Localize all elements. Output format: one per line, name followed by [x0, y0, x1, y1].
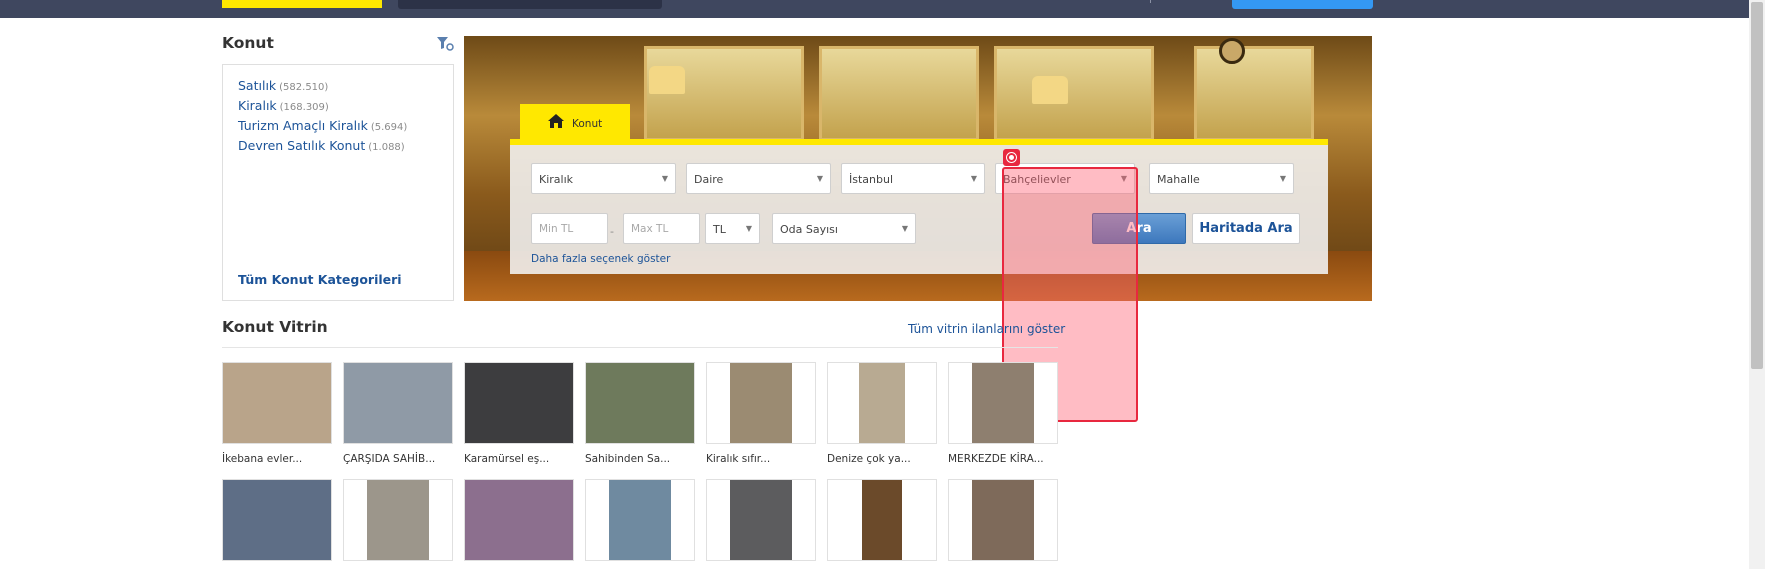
category-item-satilik[interactable]: Satılık (582.510): [238, 78, 328, 93]
top-search-input[interactable]: [398, 0, 662, 9]
vitrin-divider: [222, 347, 1058, 348]
listing-card[interactable]: [827, 479, 937, 561]
listing-card[interactable]: [222, 479, 332, 561]
filter-icon[interactable]: [436, 36, 454, 51]
site-logo[interactable]: [222, 0, 382, 8]
category-label[interactable]: Turizm Amaçlı Kiralık: [238, 118, 368, 133]
listing-photo: [972, 363, 1034, 443]
listing-title[interactable]: Sahibinden Sa...: [585, 453, 670, 465]
neighborhood-select[interactable]: Mahalle ▼: [1149, 163, 1294, 194]
listing-photo: [730, 480, 792, 560]
target-icon: [1003, 149, 1020, 166]
listing-photo: [465, 480, 573, 560]
listing-photo: [586, 363, 694, 443]
category-count: (5.694): [370, 122, 408, 133]
listing-title[interactable]: Denize çok ya...: [827, 453, 911, 465]
hero-lamp: [1032, 76, 1068, 104]
category-item-turizm[interactable]: Turizm Amaçlı Kiralık (5.694): [238, 118, 407, 133]
chevron-down-icon: ▼: [970, 174, 977, 183]
listing-photo: [223, 480, 331, 560]
listing-photo: [344, 363, 452, 443]
city-select[interactable]: İstanbul ▼: [841, 163, 985, 194]
category-count: (1.088): [368, 142, 405, 153]
subtype-select[interactable]: Daire ▼: [686, 163, 831, 194]
listing-photo: [862, 480, 902, 560]
listing-card[interactable]: [706, 362, 816, 444]
listing-card[interactable]: [222, 362, 332, 444]
listing-title[interactable]: ÇARŞIDA SAHİB...: [343, 453, 435, 465]
listing-photo: [730, 363, 792, 443]
top-divider: [1150, 0, 1151, 3]
chevron-down-icon: ▼: [816, 174, 823, 183]
listing-photo: [609, 480, 671, 560]
category-count: (582.510): [279, 82, 329, 93]
page-scrollbar-thumb[interactable]: [1751, 2, 1763, 369]
hero-window: [819, 46, 979, 141]
listing-card[interactable]: [343, 362, 453, 444]
listing-photo: [465, 363, 573, 443]
listing-card[interactable]: [827, 362, 937, 444]
category-item-devren[interactable]: Devren Satılık Konut (1.088): [238, 138, 405, 153]
category-label[interactable]: Satılık: [238, 78, 276, 93]
listing-title[interactable]: Kiralık sıfır...: [706, 453, 770, 465]
neighborhood-select-value: Mahalle: [1157, 173, 1200, 186]
listing-card[interactable]: [948, 362, 1058, 444]
chevron-down-icon: ▼: [901, 224, 908, 233]
hero-clock: [1219, 38, 1245, 64]
listing-photo: [859, 363, 905, 443]
hero-window: [994, 46, 1154, 141]
min-price-field[interactable]: [531, 213, 608, 244]
more-options-link[interactable]: Daha fazla seçenek göster: [531, 253, 670, 265]
chevron-down-icon: ▼: [745, 224, 752, 233]
all-categories-link[interactable]: Tüm Konut Kategorileri: [238, 272, 402, 287]
listing-title[interactable]: Karamürsel eş...: [464, 453, 549, 465]
listing-card[interactable]: [585, 362, 695, 444]
category-label[interactable]: Devren Satılık Konut: [238, 138, 365, 153]
currency-select-value: TL: [713, 223, 726, 236]
listing-title[interactable]: İkebana evler...: [222, 453, 302, 465]
type-select-value: Kiralık: [539, 173, 574, 186]
category-label[interactable]: Kiralık: [238, 98, 277, 113]
category-title: Konut: [222, 34, 274, 52]
rooms-select[interactable]: Oda Sayısı ▼: [772, 213, 916, 244]
max-price-input[interactable]: [624, 214, 699, 243]
listing-photo: [223, 363, 331, 443]
listing-card[interactable]: [464, 362, 574, 444]
listing-card[interactable]: [464, 479, 574, 561]
max-price-field[interactable]: [623, 213, 700, 244]
category-count: (168.309): [279, 102, 329, 113]
map-search-button[interactable]: Haritada Ara: [1192, 213, 1300, 244]
house-icon: [548, 114, 564, 128]
vitrin-title: Konut Vitrin: [222, 318, 328, 336]
chevron-down-icon: ▼: [1279, 174, 1286, 183]
subtype-select-value: Daire: [694, 173, 724, 186]
rooms-select-value: Oda Sayısı: [780, 223, 838, 236]
currency-select[interactable]: TL ▼: [705, 213, 760, 244]
listing-photo: [972, 480, 1034, 560]
listing-title[interactable]: MERKEZDE KİRA...: [948, 453, 1044, 465]
city-select-value: İstanbul: [849, 173, 894, 186]
listing-card[interactable]: [706, 479, 816, 561]
tab-konut[interactable]: Konut: [520, 104, 630, 140]
hero-window: [1194, 46, 1314, 141]
listing-card[interactable]: [948, 479, 1058, 561]
min-price-input[interactable]: [532, 214, 607, 243]
listing-photo: [367, 480, 429, 560]
tab-label: Konut: [572, 118, 603, 130]
show-all-vitrin-link[interactable]: Tüm vitrin ilanlarını göster: [908, 322, 1065, 336]
listing-card[interactable]: [343, 479, 453, 561]
hero-lamp: [649, 66, 685, 94]
post-ad-button[interactable]: [1232, 0, 1373, 9]
type-select[interactable]: Kiralık ▼: [531, 163, 676, 194]
chevron-down-icon: ▼: [661, 174, 668, 183]
category-list: Satılık (582.510) Kiralık (168.309) Turizm…: [222, 64, 454, 301]
category-item-kiralik[interactable]: Kiralık (168.309): [238, 98, 329, 113]
listing-card[interactable]: [585, 479, 695, 561]
price-range-dash: -: [610, 225, 614, 238]
